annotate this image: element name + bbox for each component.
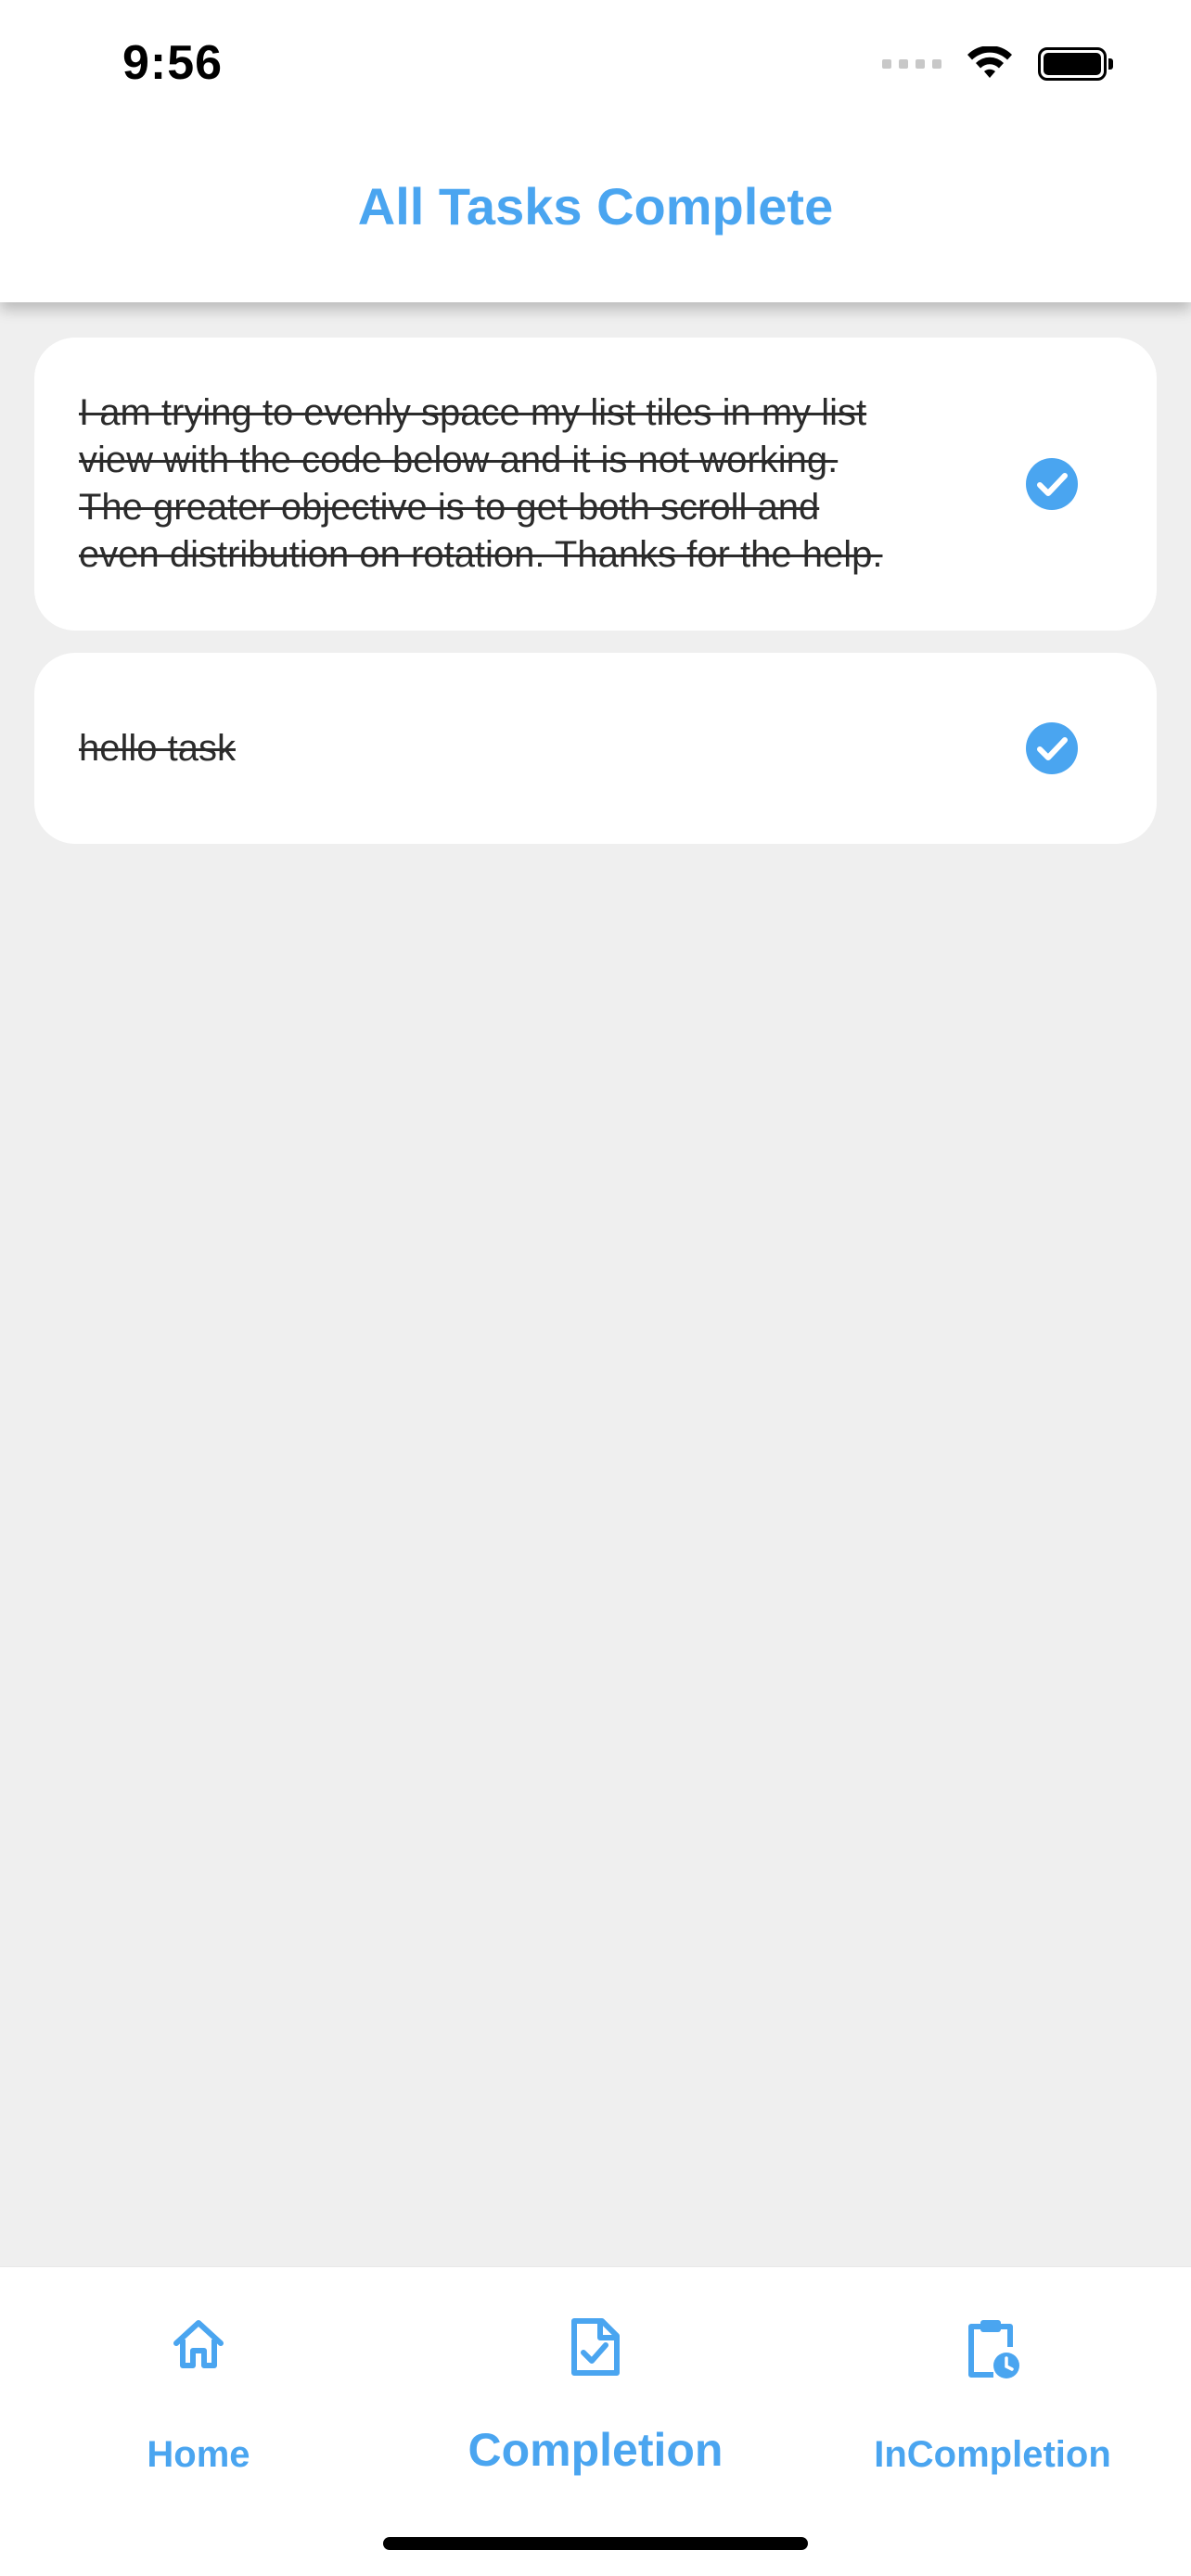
check-circle-icon[interactable] bbox=[1025, 457, 1079, 511]
task-item[interactable]: hello task bbox=[34, 653, 1157, 844]
nav-label-home: Home bbox=[147, 2434, 250, 2475]
status-time: 9:56 bbox=[122, 36, 224, 90]
check-circle-icon[interactable] bbox=[1025, 721, 1079, 775]
clipboard-clock-icon bbox=[966, 2317, 1019, 2385]
screen: 9:56 All Tasks Complete I am trying to e… bbox=[0, 0, 1191, 2576]
home-icon bbox=[171, 2317, 226, 2376]
page-title: All Tasks Complete bbox=[357, 177, 834, 236]
task-list: I am trying to evenly space my list tile… bbox=[34, 338, 1157, 866]
bottom-navigation: Home Completion InCompletion bbox=[0, 2266, 1191, 2576]
document-check-icon bbox=[570, 2317, 621, 2381]
nav-label-completion: Completion bbox=[467, 2424, 724, 2476]
task-item[interactable]: I am trying to evenly space my list tile… bbox=[34, 338, 1157, 631]
task-text: hello task bbox=[79, 727, 236, 769]
task-text: I am trying to evenly space my list tile… bbox=[79, 392, 883, 575]
top-bar: 9:56 All Tasks Complete bbox=[0, 0, 1191, 302]
status-icons bbox=[882, 46, 1113, 82]
home-indicator[interactable] bbox=[383, 2537, 808, 2550]
nav-label-incompletion: InCompletion bbox=[874, 2434, 1111, 2475]
signal-icon bbox=[882, 59, 941, 69]
wifi-icon bbox=[966, 46, 1014, 82]
battery-icon bbox=[1038, 47, 1113, 81]
